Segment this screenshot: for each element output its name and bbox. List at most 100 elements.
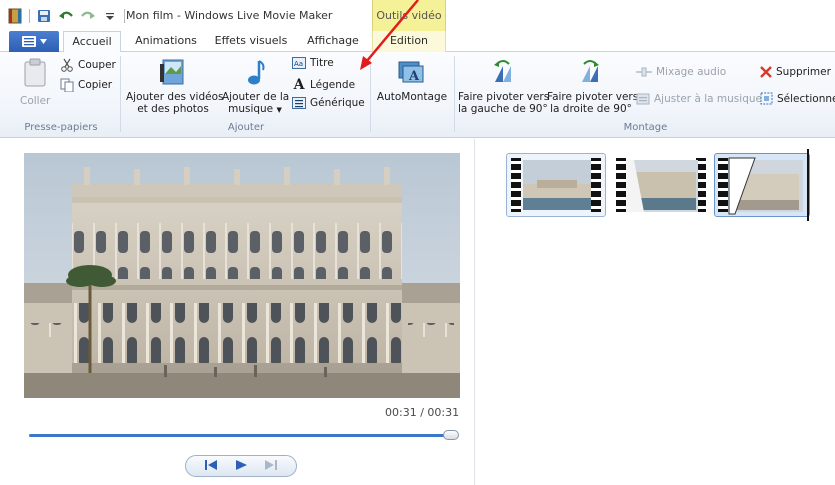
- next-frame-button[interactable]: [264, 459, 278, 474]
- clip-thumbnail-2: [626, 160, 698, 212]
- tab-animations[interactable]: Animations: [127, 31, 205, 52]
- clipboard-group-label: Presse-papiers: [24, 122, 98, 133]
- app-icon[interactable]: [7, 8, 23, 24]
- caption-icon: A: [293, 77, 305, 93]
- quick-access-toolbar: [7, 7, 125, 25]
- delete-x-icon: [760, 66, 772, 78]
- copy-icon: [60, 78, 74, 92]
- previous-frame-icon: [205, 459, 217, 470]
- paste-icon: [24, 58, 46, 87]
- previous-frame-button[interactable]: [204, 459, 218, 474]
- rotate-right-icon: [582, 60, 599, 82]
- add-group-label: Ajouter: [227, 122, 265, 133]
- add-videos-photos-button[interactable]: Ajouter des vidéos et des photos: [126, 58, 224, 115]
- undo-icon[interactable]: [58, 8, 74, 24]
- scissors-icon: [61, 58, 73, 72]
- movie-maker-window: Mon film - Windows Live Movie Maker Outi…: [0, 0, 835, 485]
- video-tools-context-header: Outils vidéo: [372, 0, 446, 31]
- seek-handle[interactable]: [443, 430, 459, 440]
- automovie-button[interactable]: A AutoMontage: [374, 58, 450, 103]
- copy-label: Copier: [78, 79, 113, 91]
- paste-button[interactable]: Coller: [20, 58, 50, 107]
- copy-button[interactable]: Copier: [60, 78, 112, 92]
- audio-mix-icon: [636, 67, 652, 77]
- ribbon: Coller Couper Copier Presse-papiers Ajou…: [0, 52, 835, 138]
- file-menu-icon: [21, 36, 36, 47]
- seek-bar[interactable]: [29, 434, 457, 437]
- redo-icon[interactable]: [80, 8, 96, 24]
- tab-edition[interactable]: Edition: [372, 31, 446, 52]
- caption-button[interactable]: A Légende: [292, 77, 355, 93]
- rotate-right-button[interactable]: Faire pivoter vers la droite de 90°: [547, 58, 639, 115]
- fit-to-music-button[interactable]: Ajuster à la musique: [636, 92, 762, 106]
- svg-text:Aa: Aa: [294, 60, 303, 68]
- ribbon-tabs: Accueil Animations Effets visuels Affich…: [0, 31, 835, 53]
- credits-button[interactable]: Générique: [292, 97, 365, 109]
- add-videos-label-1: Ajouter des vidéos: [126, 91, 224, 103]
- window-title: Mon film - Windows Live Movie Maker: [126, 9, 333, 22]
- play-icon: [236, 459, 247, 470]
- svg-text:A: A: [408, 69, 420, 84]
- credits-icon: [292, 97, 306, 109]
- context-header-label: Outils vidéo: [376, 9, 442, 22]
- playback-controls: [185, 455, 297, 477]
- storyboard-clip-2[interactable]: [613, 153, 709, 217]
- file-menu-button[interactable]: [9, 31, 59, 52]
- title-bar: Mon film - Windows Live Movie Maker Outi…: [0, 0, 835, 31]
- toolbar-separator: [124, 9, 125, 23]
- fit-music-icon: [636, 93, 650, 105]
- rotate-right-label-1: Faire pivoter vers: [547, 91, 639, 103]
- storyboard-pane: [476, 139, 835, 485]
- add-music-label-1: Ajouter de la: [222, 91, 290, 103]
- add-videos-label-2: et des photos: [137, 103, 209, 115]
- customize-toolbar-icon[interactable]: [102, 8, 118, 24]
- rotate-left-label-1: Faire pivoter vers: [458, 91, 550, 103]
- save-icon[interactable]: [36, 8, 52, 24]
- edit-group-label: Montage: [623, 122, 668, 133]
- cut-button[interactable]: Couper: [60, 58, 116, 72]
- tab-affichage[interactable]: Affichage: [297, 31, 369, 52]
- rotate-left-button[interactable]: Faire pivoter vers la gauche de 90°: [458, 58, 550, 115]
- automovie-icon: A: [398, 61, 424, 84]
- palace-image: [24, 153, 460, 398]
- group-separator: [120, 56, 121, 132]
- toolbar-separator: [29, 9, 30, 23]
- tab-effets-visuels[interactable]: Effets visuels: [211, 31, 291, 52]
- add-music-label-text: musique: [228, 103, 274, 115]
- clip-thumbnail-1: [523, 160, 591, 210]
- tab-accueil[interactable]: Accueil: [63, 31, 121, 53]
- title-button[interactable]: Aa Titre: [292, 57, 334, 69]
- dropdown-arrow-icon: ▼: [276, 106, 282, 114]
- add-music-button[interactable]: Ajouter de la musique ▼: [222, 58, 290, 116]
- play-button[interactable]: [234, 459, 248, 474]
- group-separator: [454, 56, 455, 132]
- delete-label: Supprimer: [776, 66, 831, 78]
- add-video-photo-icon: [160, 59, 184, 85]
- storyboard-clip-1[interactable]: [506, 153, 606, 217]
- title-icon: Aa: [292, 57, 306, 69]
- cut-label: Couper: [78, 59, 116, 71]
- paste-label: Coller: [20, 95, 51, 107]
- caption-label: Légende: [310, 79, 356, 91]
- video-preview[interactable]: [24, 153, 460, 398]
- audio-mix-button[interactable]: Mixage audio: [636, 66, 726, 78]
- fit-music-label: Ajuster à la musique: [654, 93, 762, 105]
- select-label: Sélectionne: [777, 92, 835, 105]
- music-note-icon: [248, 60, 265, 85]
- automovie-label: AutoMontage: [376, 91, 448, 103]
- select-all-button[interactable]: Sélectionne: [760, 92, 835, 105]
- chevron-down-icon: [39, 39, 47, 44]
- title-label: Titre: [310, 57, 334, 69]
- next-frame-icon: [265, 459, 277, 470]
- add-music-label-2: musique ▼: [222, 103, 288, 116]
- group-separator: [370, 56, 371, 132]
- playback-time: 00:31 / 00:31: [385, 406, 460, 419]
- rotate-right-label-2: la droite de 90°: [550, 103, 632, 115]
- clip-thumbnail-3: [728, 157, 803, 215]
- rotate-left-label-2: la gauche de 90°: [458, 103, 548, 115]
- select-all-icon: [760, 92, 773, 105]
- delete-button[interactable]: Supprimer: [760, 66, 831, 78]
- rotate-left-icon: [494, 60, 511, 82]
- timeline-cursor[interactable]: [807, 149, 809, 221]
- storyboard-clip-3[interactable]: [714, 153, 810, 217]
